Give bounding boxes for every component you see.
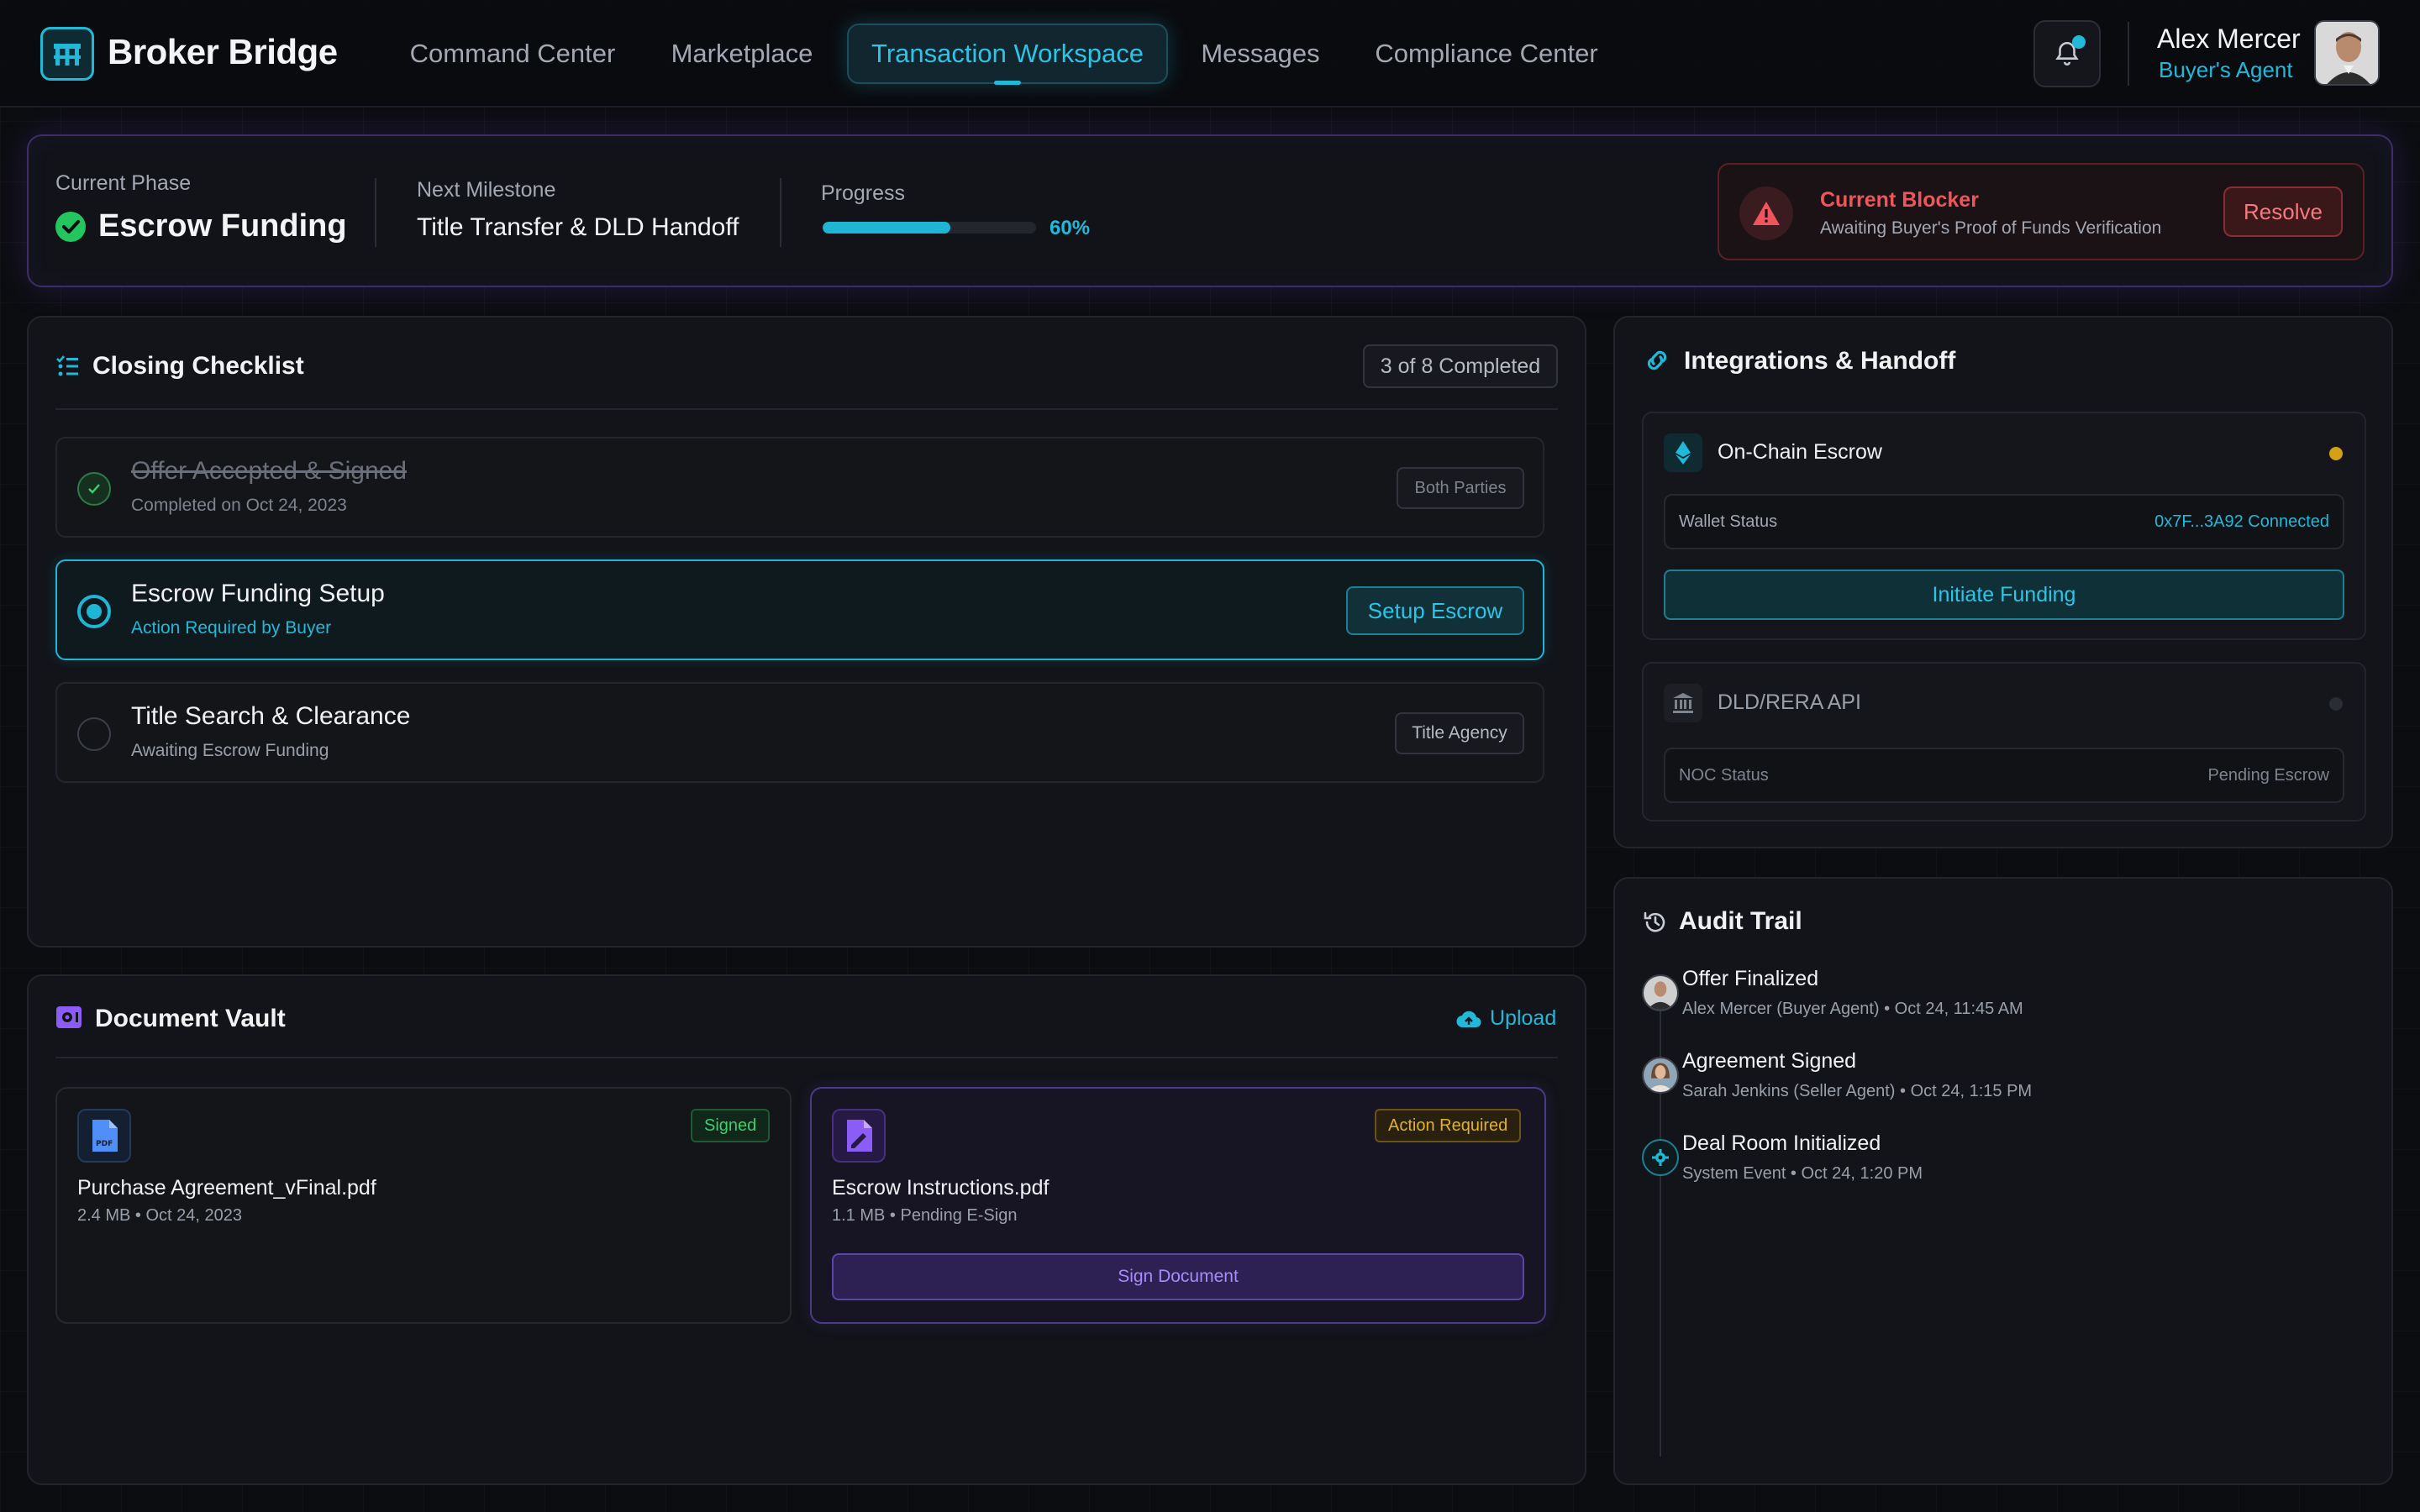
wallet-status-row: Wallet Status 0x7F...3A92 Connected <box>1664 494 2344 549</box>
integrations-title: Integrations & Handoff <box>1684 347 1956 375</box>
audit-event-meta: Alex Mercer (Buyer Agent) • Oct 24, 11:4… <box>1682 1000 2023 1018</box>
checklist-icon <box>56 355 78 376</box>
audit-event-title: Deal Room Initialized <box>1682 1131 1881 1155</box>
vault-title: Document Vault <box>95 1005 286 1032</box>
progress-percent: 60% <box>1050 217 1091 239</box>
upload-label: Upload <box>1490 1006 1557 1030</box>
sign-document-button[interactable]: Sign Document <box>832 1253 1524 1300</box>
nav-messages[interactable]: Messages <box>1193 24 1328 84</box>
setup-escrow-button[interactable]: Setup Escrow <box>1346 586 1524 635</box>
nav-transaction-workspace-label: Transaction Workspace <box>871 39 1144 68</box>
document-meta: 1.1 MB • Pending E-Sign <box>832 1206 1018 1225</box>
blocker-description: Awaiting Buyer's Proof of Funds Verifica… <box>1820 218 2162 238</box>
checklist-item-title-search[interactable]: Title Search & Clearance Awaiting Escrow… <box>55 682 1544 783</box>
document-meta: 2.4 MB • Oct 24, 2023 <box>77 1206 242 1225</box>
document-name: Escrow Instructions.pdf <box>832 1176 1050 1200</box>
link-icon <box>1647 350 1667 370</box>
user-role: Buyer's Agent <box>2159 57 2293 82</box>
task-title: Title Search & Clearance <box>131 702 411 730</box>
audit-event-title: Offer Finalized <box>1682 967 1819 990</box>
next-milestone-label: Next Milestone <box>417 178 556 202</box>
dld-status-dot <box>2329 697 2343 711</box>
radio-empty-icon <box>77 717 111 751</box>
audit-event-title: Agreement Signed <box>1682 1049 1857 1073</box>
nav-transaction-workspace[interactable]: Transaction Workspace <box>847 24 1168 85</box>
progress-bar <box>823 222 1036 234</box>
avatar-alex-mercer <box>1642 974 1679 1011</box>
wallet-status-label: Wallet Status <box>1679 512 1778 531</box>
header-divider <box>2128 22 2129 86</box>
upload-button[interactable]: Upload <box>1456 1006 1556 1031</box>
avatar-sarah-jenkins <box>1642 1057 1679 1094</box>
check-icon <box>77 472 111 506</box>
checklist-item-escrow-funding[interactable]: Escrow Funding Setup Action Required by … <box>55 559 1544 660</box>
bridge-icon <box>54 44 81 66</box>
task-subtitle: Action Required by Buyer <box>131 618 332 638</box>
resolve-button[interactable]: Resolve <box>2223 186 2343 237</box>
document-card-purchase-agreement[interactable]: PDF Signed Purchase Agreement_vFinal.pdf… <box>55 1087 792 1324</box>
app-name: Broker Bridge <box>108 32 338 71</box>
next-milestone-value: Title Transfer & DLD Handoff <box>417 213 739 241</box>
dld-rera-card: DLD/RERA API NOC Status Pending Escrow <box>1642 662 2366 822</box>
audit-title: Audit Trail <box>1679 907 1802 935</box>
task-title: Offer Accepted & Signed <box>131 457 407 485</box>
escrow-title: On-Chain Escrow <box>1718 440 1882 464</box>
nav-compliance-center[interactable]: Compliance Center <box>1366 24 1607 84</box>
bank-icon <box>1664 684 1702 722</box>
nav-command-center[interactable]: Command Center <box>398 24 627 84</box>
notification-dot <box>2072 35 2086 49</box>
user-avatar-image <box>2316 22 2378 84</box>
task-tag: Title Agency <box>1395 712 1524 754</box>
active-tab-indicator <box>994 81 1021 85</box>
action-required-badge: Action Required <box>1375 1109 1522 1142</box>
noc-status-value: Pending Escrow <box>2207 766 2329 785</box>
task-tag: Both Parties <box>1397 467 1524 509</box>
signature-file-icon <box>832 1109 886 1163</box>
noc-status-label: NOC Status <box>1679 766 1769 785</box>
current-blocker-card: Current Blocker Awaiting Buyer's Proof o… <box>1718 163 2365 260</box>
radio-active-icon <box>77 595 111 628</box>
audit-event-meta: System Event • Oct 24, 1:20 PM <box>1682 1164 1923 1183</box>
noc-status-row: NOC Status Pending Escrow <box>1664 748 2344 803</box>
gear-icon <box>1642 1139 1679 1176</box>
notifications-button[interactable] <box>2033 20 2101 87</box>
signed-badge: Signed <box>691 1109 771 1142</box>
wallet-status-value: 0x7F...3A92 Connected <box>2154 512 2329 531</box>
blocker-title: Current Blocker <box>1820 188 1979 212</box>
svg-text:PDF: PDF <box>96 1140 113 1148</box>
history-icon <box>1644 911 1665 932</box>
cloud-upload-icon <box>1456 1011 1481 1027</box>
check-circle-icon <box>55 212 86 242</box>
document-name: Purchase Agreement_vFinal.pdf <box>77 1176 376 1200</box>
bridge-logo-icon[interactable] <box>40 27 94 81</box>
vault-divider <box>55 1057 1558 1058</box>
current-phase-label: Current Phase <box>55 171 192 195</box>
pdf-file-icon: PDF <box>77 1109 131 1163</box>
audit-event-meta: Sarah Jenkins (Seller Agent) • Oct 24, 1… <box>1682 1082 2033 1100</box>
ethereum-icon <box>1664 433 1702 472</box>
checklist-item-offer-accepted[interactable]: Offer Accepted & Signed Completed on Oct… <box>55 437 1544 538</box>
progress-label: Progress <box>821 181 906 205</box>
user-avatar[interactable] <box>2314 20 2380 86</box>
checklist-title: Closing Checklist <box>92 352 304 380</box>
document-card-escrow-instructions[interactable]: Action Required Escrow Instructions.pdf … <box>810 1087 1546 1324</box>
task-subtitle: Awaiting Escrow Funding <box>131 741 329 760</box>
dld-title: DLD/RERA API <box>1718 690 1861 714</box>
progress-bar-fill <box>823 222 951 234</box>
top-header: Broker Bridge Command Center Marketplace… <box>0 0 2420 108</box>
initiate-funding-button[interactable]: Initiate Funding <box>1664 570 2344 620</box>
escrow-status-dot <box>2329 447 2343 460</box>
user-name: Alex Mercer <box>2157 24 2301 54</box>
current-phase-value: Escrow Funding <box>98 208 347 244</box>
nav-marketplace[interactable]: Marketplace <box>664 24 820 84</box>
checklist-divider <box>55 408 1558 410</box>
banner-divider <box>780 178 781 247</box>
on-chain-escrow-card: On-Chain Escrow Wallet Status 0x7F...3A9… <box>1642 412 2366 640</box>
task-subtitle: Completed on Oct 24, 2023 <box>131 496 347 515</box>
warning-icon <box>1739 186 1793 240</box>
task-title: Escrow Funding Setup <box>131 580 385 607</box>
completed-count-badge: 3 of 8 Completed <box>1363 344 1558 388</box>
vault-icon <box>56 1006 82 1028</box>
banner-divider <box>375 178 376 247</box>
